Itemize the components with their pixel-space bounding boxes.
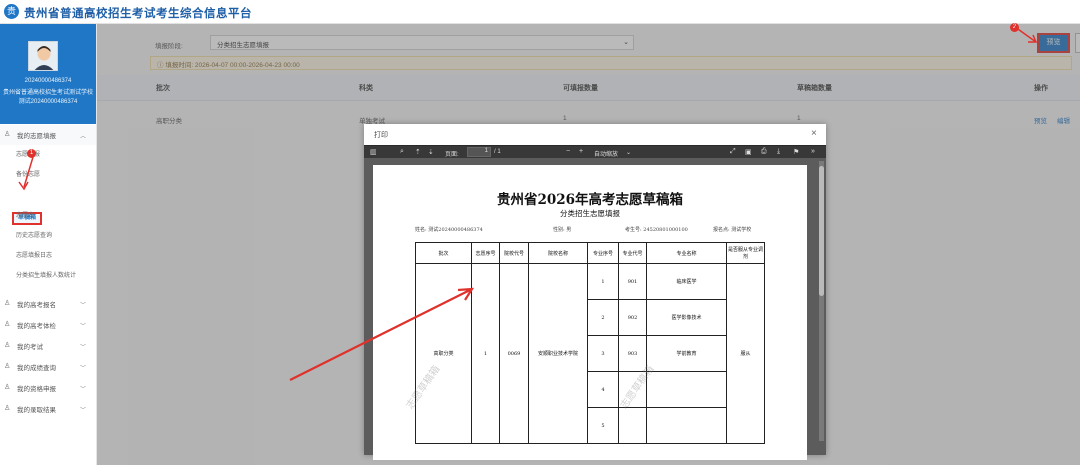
- arrow-head-icon: [18, 181, 29, 191]
- arrow-to-vol-no-icon: [289, 289, 471, 381]
- annotation-arrows: [18, 26, 1038, 381]
- arrow-to-preview-icon: [1014, 26, 1037, 43]
